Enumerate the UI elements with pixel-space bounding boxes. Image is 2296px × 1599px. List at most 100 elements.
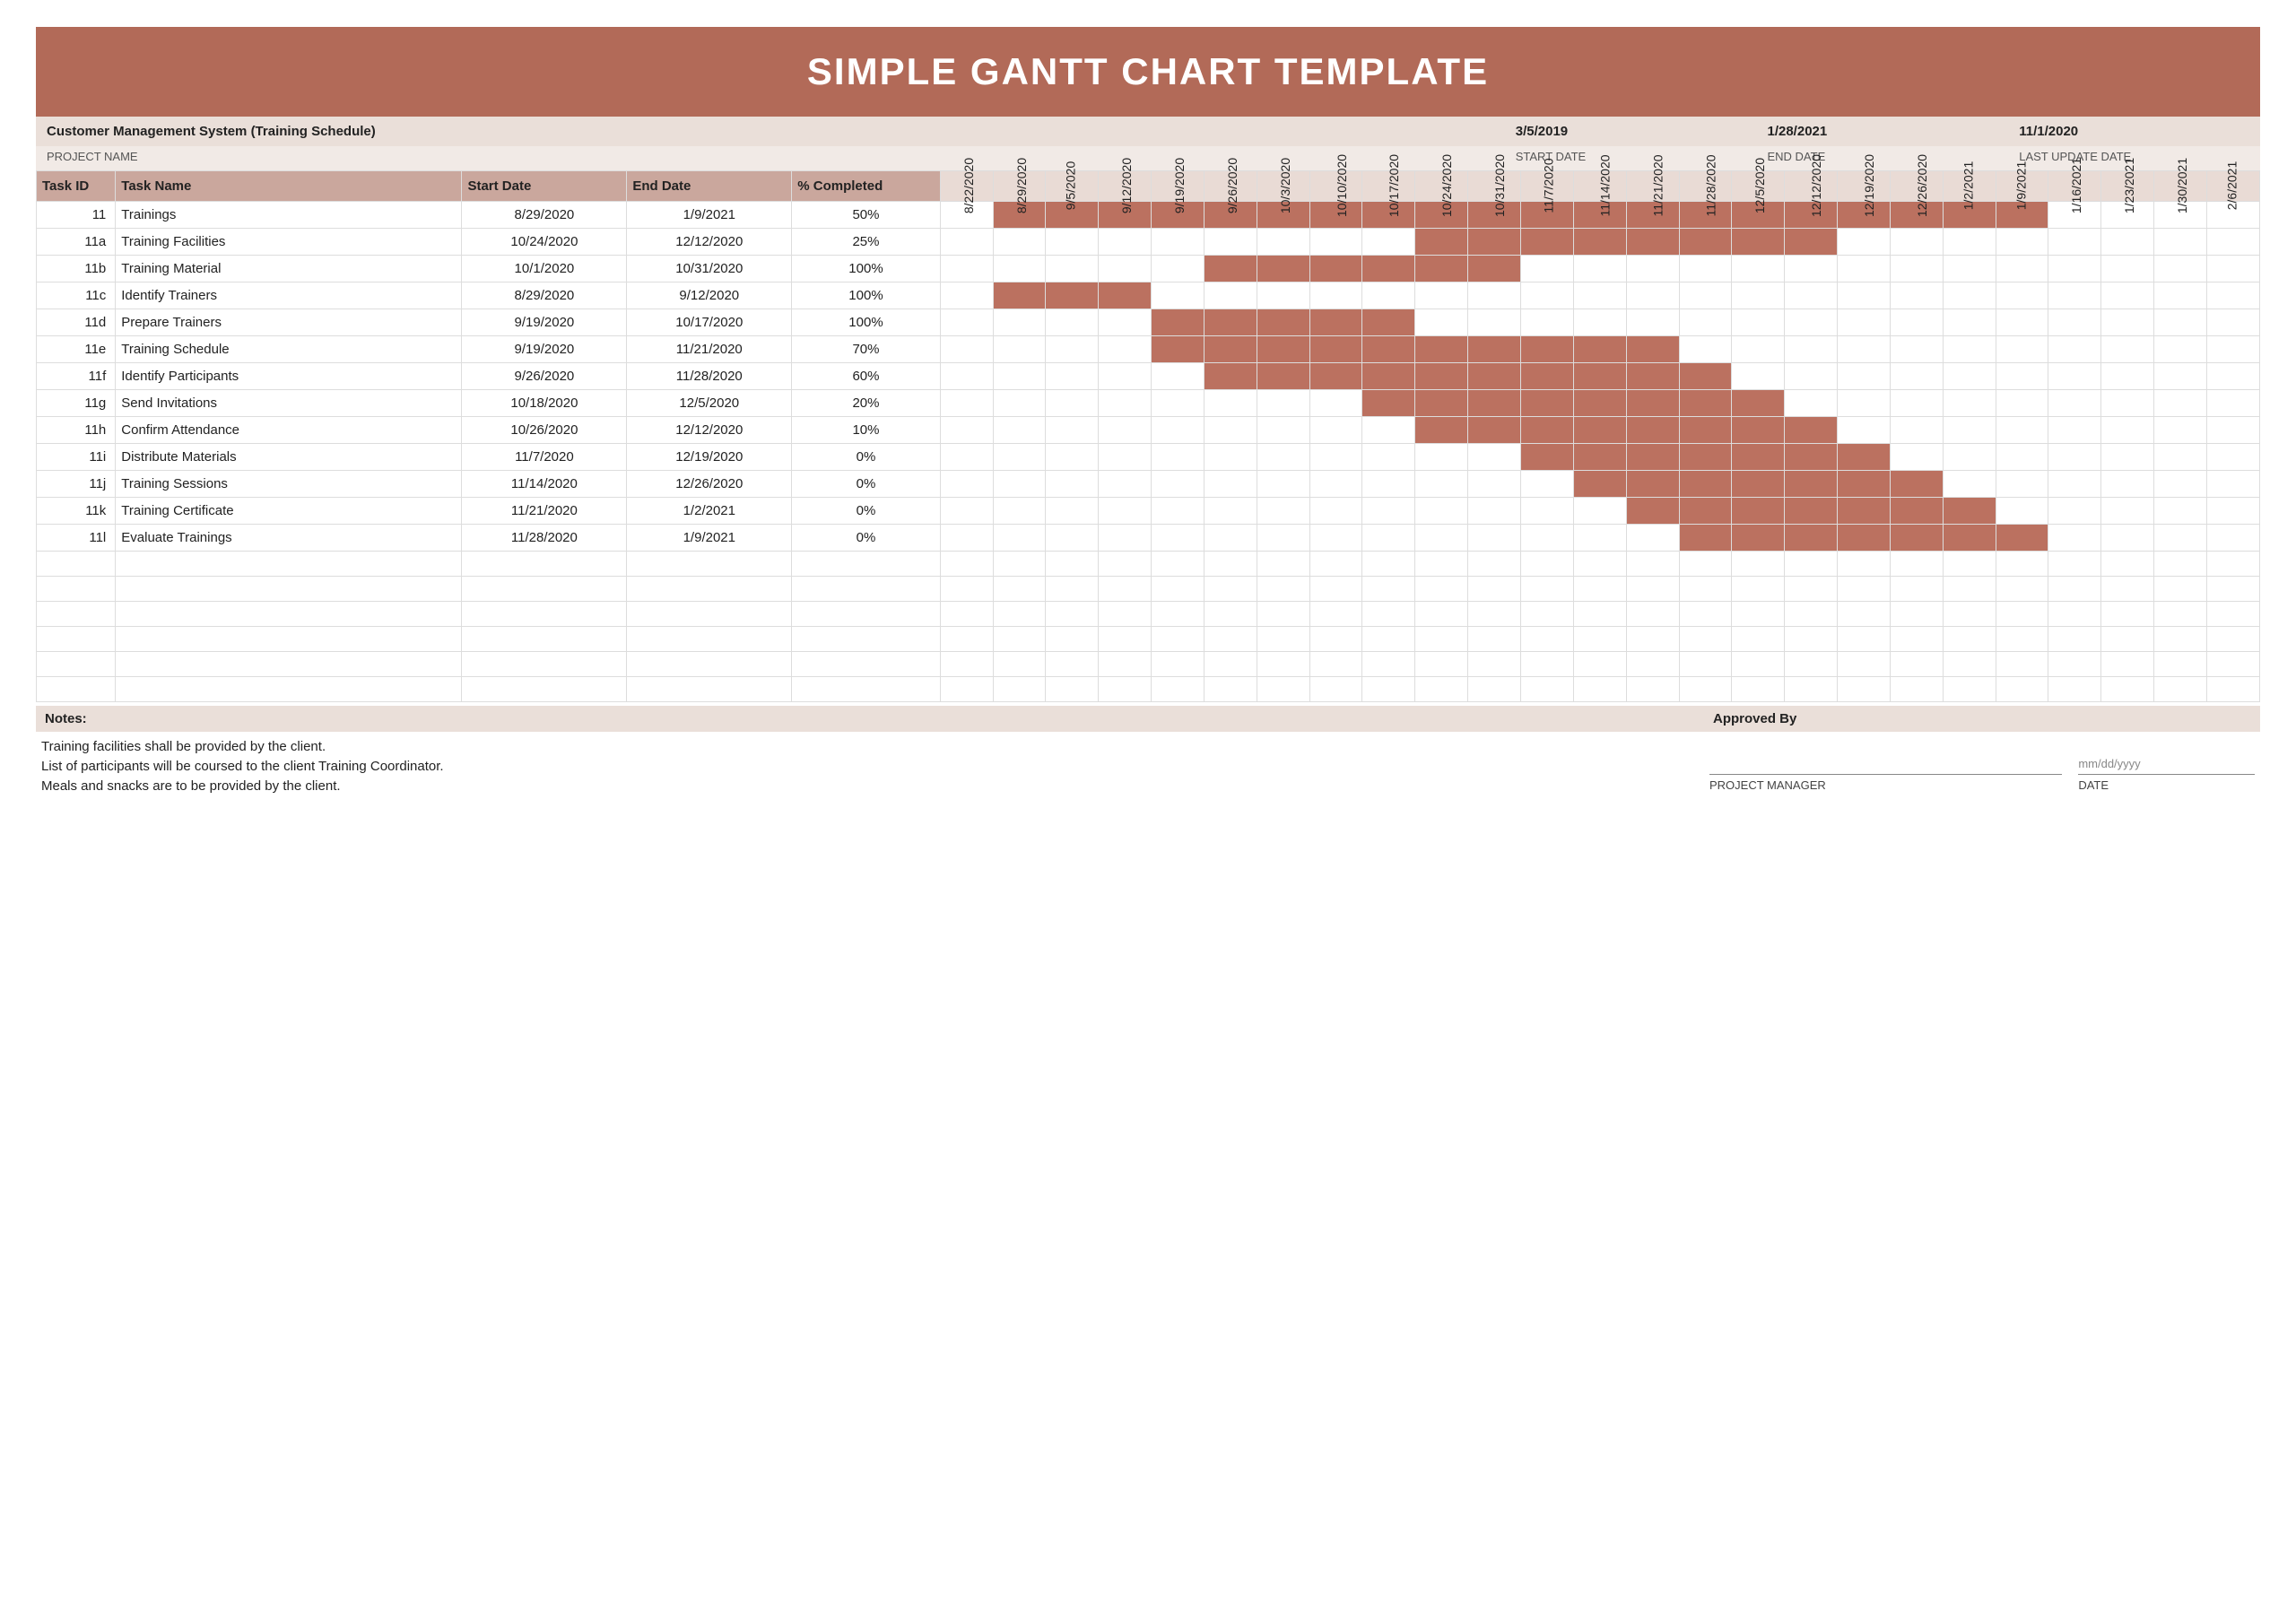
gantt-cell: [1996, 652, 2048, 677]
week-header: 11/28/2020: [1679, 171, 1732, 202]
approved-by-label: Approved By: [1704, 706, 2260, 732]
gantt-cell: [2048, 471, 2101, 498]
gantt-cell: [1838, 229, 1891, 256]
week-header: 10/17/2020: [1362, 171, 1415, 202]
gantt-cell: [1626, 309, 1679, 336]
gantt-cell: [940, 525, 993, 552]
gantt-cell: [1362, 390, 1415, 417]
gantt-cell: [2206, 577, 2259, 602]
gantt-cell: [1362, 552, 1415, 577]
gantt-cell: [1362, 363, 1415, 390]
gantt-cell: [2048, 498, 2101, 525]
week-header: 11/7/2020: [1521, 171, 1574, 202]
week-header: 8/29/2020: [993, 171, 1046, 202]
gantt-cell: [1838, 444, 1891, 471]
gantt-cell: [1415, 552, 1468, 577]
task-pct: [792, 552, 941, 577]
gantt-cell: [1046, 627, 1099, 652]
task-id: [37, 552, 116, 577]
gantt-cell: [1943, 577, 1996, 602]
gantt-cell: [1679, 552, 1732, 577]
gantt-cell: [1099, 552, 1152, 577]
gantt-cell: [1415, 282, 1468, 309]
gantt-cell: [1996, 417, 2048, 444]
gantt-cell: [1626, 652, 1679, 677]
gantt-cell: [2101, 602, 2154, 627]
task-pct: 100%: [792, 282, 941, 309]
task-id: 11e: [37, 336, 116, 363]
gantt-cell: [1204, 471, 1257, 498]
task-name: Send Invitations: [116, 390, 462, 417]
gantt-cell: [1573, 256, 1626, 282]
task-name: Confirm Attendance: [116, 417, 462, 444]
task-id: 11b: [37, 256, 116, 282]
gantt-cell: [1943, 677, 1996, 702]
gantt-cell: [1679, 602, 1732, 627]
gantt-cell: [1838, 552, 1891, 577]
task-start: [462, 552, 627, 577]
gantt-cell: [2048, 627, 2101, 652]
gantt-cell: [1890, 627, 1943, 652]
task-start: 11/7/2020: [462, 444, 627, 471]
gantt-cell: [1626, 417, 1679, 444]
gantt-cell: [1732, 363, 1785, 390]
gantt-cell: [993, 282, 1046, 309]
task-start: 11/14/2020: [462, 471, 627, 498]
gantt-cell: [1838, 627, 1891, 652]
gantt-cell: [940, 229, 993, 256]
gantt-cell: [1679, 256, 1732, 282]
gantt-cell: [1626, 525, 1679, 552]
gantt-cell: [1732, 471, 1785, 498]
gantt-cell: [1257, 652, 1309, 677]
table-row: [37, 602, 2260, 627]
task-name: [116, 677, 462, 702]
gantt-cell: [2206, 309, 2259, 336]
gantt-cell: [2154, 363, 2207, 390]
gantt-cell: [1257, 471, 1309, 498]
gantt-cell: [1099, 417, 1152, 444]
gantt-cell: [1415, 229, 1468, 256]
gantt-cell: [1362, 602, 1415, 627]
task-start: 8/29/2020: [462, 282, 627, 309]
gantt-cell: [1521, 363, 1574, 390]
table-row: [37, 552, 2260, 577]
gantt-cell: [1626, 390, 1679, 417]
gantt-cell: [1943, 471, 1996, 498]
gantt-cell: [1521, 627, 1574, 652]
gantt-cell: [1996, 256, 2048, 282]
task-name: Training Certificate: [116, 498, 462, 525]
gantt-cell: [1573, 552, 1626, 577]
gantt-cell: [1468, 336, 1521, 363]
gantt-cell: [1468, 256, 1521, 282]
gantt-cell: [2206, 552, 2259, 577]
gantt-cell: [1204, 552, 1257, 577]
gantt-cell: [1785, 577, 1838, 602]
gantt-cell: [1679, 390, 1732, 417]
task-id: 11i: [37, 444, 116, 471]
gantt-cell: [1573, 363, 1626, 390]
task-pct: [792, 602, 941, 627]
gantt-cell: [1890, 363, 1943, 390]
gantt-cell: [2048, 229, 2101, 256]
week-header: 11/21/2020: [1626, 171, 1679, 202]
gantt-cell: [940, 577, 993, 602]
gantt-cell: [2154, 471, 2207, 498]
gantt-cell: [2206, 363, 2259, 390]
gantt-cell: [2101, 471, 2154, 498]
table-row: 11gSend Invitations10/18/202012/5/202020…: [37, 390, 2260, 417]
task-end: [627, 602, 792, 627]
gantt-cell: [1257, 390, 1309, 417]
week-header: 9/12/2020: [1099, 171, 1152, 202]
table-row: 11bTraining Material10/1/202010/31/20201…: [37, 256, 2260, 282]
date-label: DATE: [2078, 774, 2255, 792]
gantt-cell: [2206, 627, 2259, 652]
gantt-cell: [1099, 282, 1152, 309]
gantt-cell: [1732, 498, 1785, 525]
gantt-cell: [1152, 363, 1205, 390]
gantt-cell: [1521, 309, 1574, 336]
task-id: [37, 602, 116, 627]
gantt-cell: [1943, 256, 1996, 282]
gantt-cell: [1943, 652, 1996, 677]
gantt-cell: [1468, 627, 1521, 652]
gantt-cell: [993, 417, 1046, 444]
